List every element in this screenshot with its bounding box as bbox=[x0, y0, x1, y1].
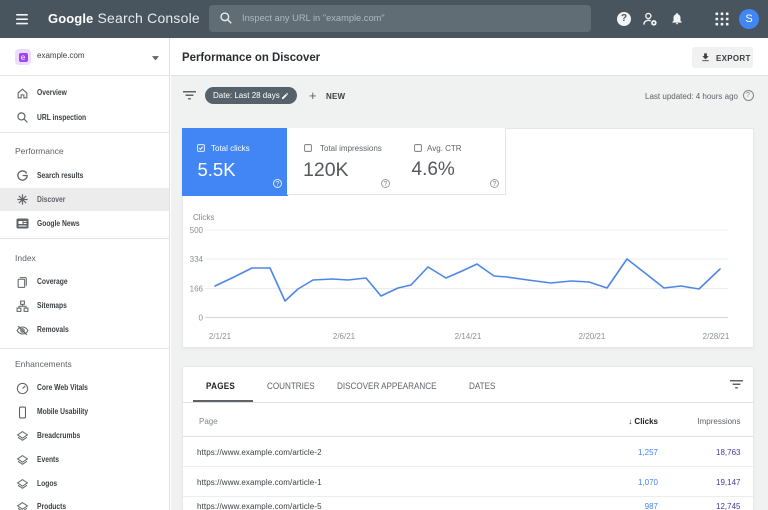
svg-text:2/6/21: 2/6/21 bbox=[333, 332, 356, 341]
svg-text:334: 334 bbox=[190, 255, 204, 264]
svg-text:166: 166 bbox=[190, 285, 204, 294]
svg-text:2/20/21: 2/20/21 bbox=[579, 332, 606, 341]
svg-text:2/14/21: 2/14/21 bbox=[455, 332, 482, 341]
svg-text:0: 0 bbox=[199, 314, 204, 323]
svg-text:2/1/21: 2/1/21 bbox=[209, 332, 232, 341]
svg-text:500: 500 bbox=[190, 226, 204, 235]
svg-text:2/28/21: 2/28/21 bbox=[703, 332, 730, 341]
